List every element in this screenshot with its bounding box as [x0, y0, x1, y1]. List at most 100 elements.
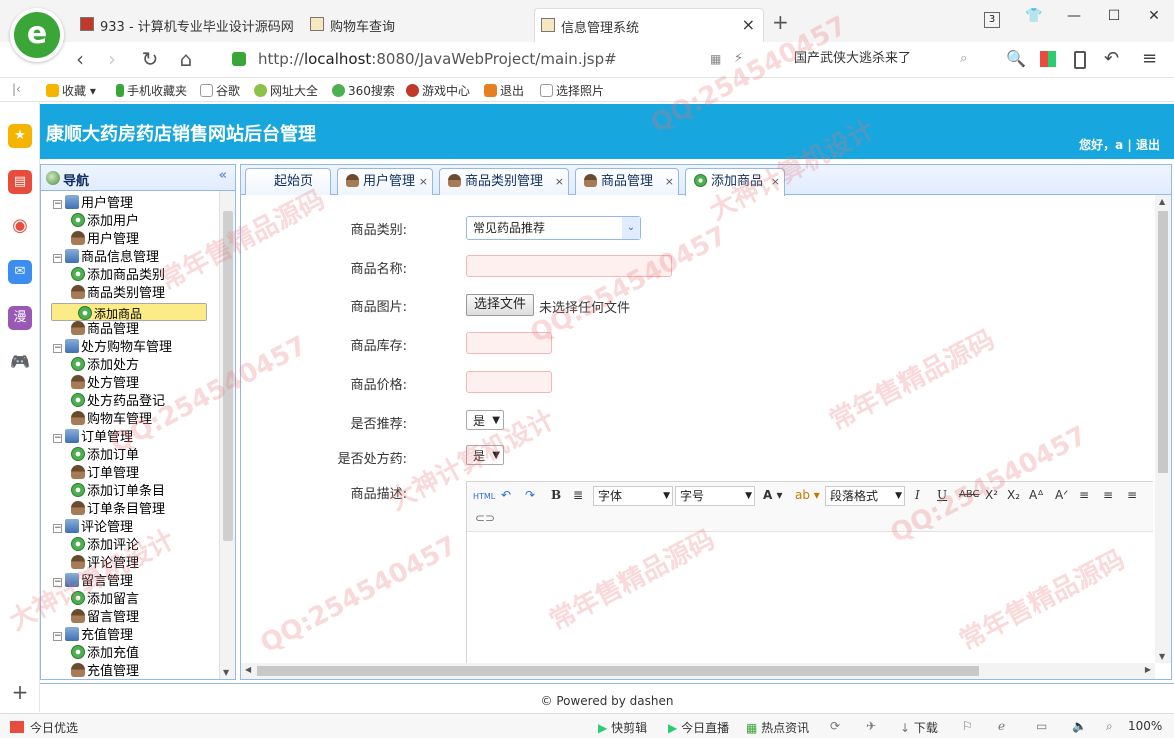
page-tab[interactable]: 用户管理 × — [337, 168, 433, 195]
tab-count-badge[interactable]: 3 — [984, 12, 1000, 28]
zoom-level[interactable]: 100% — [1128, 719, 1162, 733]
collapse-panel-icon[interactable]: « — [219, 168, 227, 183]
logout-link[interactable]: 退出 — [1136, 138, 1160, 152]
quick-clip[interactable]: ▶ 快剪辑 — [598, 719, 647, 736]
tree-item[interactable]: 添加商品类别 — [51, 267, 165, 285]
minimize-icon[interactable]: — — [1054, 8, 1094, 32]
content-vertical-scrollbar[interactable]: ▲ ▼ — [1155, 195, 1171, 663]
browser-tab-2[interactable]: 购物车查询 — [304, 8, 534, 42]
apps-icon[interactable] — [1040, 51, 1056, 67]
bookmark-photos[interactable]: 选择照片 — [540, 82, 604, 99]
font-size-select[interactable]: 字号 ▼ — [675, 486, 755, 506]
bookmark-mobile[interactable]: 手机收藏夹 — [116, 82, 187, 99]
superscript-icon[interactable]: X² — [985, 486, 998, 504]
gamepad-icon[interactable]: 🎮 — [8, 350, 32, 374]
today-picks[interactable]: 今日优选 — [10, 719, 78, 736]
hot-news[interactable]: ▦ 热点资讯 — [746, 719, 809, 736]
bookmark-favorites[interactable]: 收藏 ▾ — [46, 82, 96, 99]
scroll-up-icon[interactable]: ▲ — [1159, 197, 1165, 206]
tree-item[interactable]: 用户管理 — [51, 231, 139, 249]
page-tab[interactable]: 添加商品 × — [685, 168, 785, 196]
flag-icon[interactable]: ⚐ — [962, 719, 973, 733]
download[interactable]: ↓ 下载 — [900, 719, 938, 736]
bookmark-sites[interactable]: 网址大全 — [254, 82, 318, 99]
tree-group[interactable]: − 充值管理 — [53, 627, 133, 645]
tree-group[interactable]: − 评论管理 — [53, 519, 133, 537]
highlight-icon[interactable]: ab ▾ — [795, 486, 820, 504]
bookmark-games[interactable]: 游戏中心 — [406, 82, 470, 99]
tree-group[interactable]: − 订单管理 — [53, 429, 133, 447]
tree-item[interactable]: 添加商品 — [51, 303, 207, 321]
tree-item[interactable]: 添加充值 — [51, 645, 139, 663]
tree-item[interactable]: 购物车管理 — [51, 411, 152, 429]
font-bigger-icon[interactable]: Aᐞ — [1029, 486, 1044, 504]
align-left-icon[interactable]: ≡ — [1079, 486, 1089, 504]
subscript-icon[interactable]: X₂ — [1007, 486, 1020, 504]
star-icon[interactable]: ★ — [8, 124, 32, 148]
tree-item[interactable]: 添加评论 — [51, 537, 139, 555]
product-name-input[interactable] — [466, 255, 672, 277]
font-color-icon[interactable]: A ▾ — [763, 486, 783, 504]
scroll-thumb[interactable] — [223, 211, 233, 541]
page-tab[interactable]: 商品管理 × — [575, 168, 679, 195]
underline-icon[interactable]: U — [937, 486, 947, 504]
scroll-left-icon[interactable]: ◀ — [245, 665, 251, 674]
browser-tab-3-active[interactable]: 信息管理系统 × — [534, 8, 764, 42]
choose-file-button[interactable]: 选择文件 — [466, 294, 535, 316]
qr-icon[interactable]: ▦ — [710, 52, 721, 66]
shirt-icon[interactable]: 👕 — [1014, 8, 1054, 32]
window-icon[interactable]: ▭ — [1036, 719, 1047, 733]
reload-icon[interactable]: ↻ — [136, 46, 164, 74]
add-sidebar-icon[interactable]: + — [8, 680, 32, 704]
align-center-icon[interactable]: ≡ — [1103, 486, 1113, 504]
tree-item[interactable]: 添加用户 — [51, 213, 139, 231]
stock-input[interactable] — [466, 332, 552, 354]
tree-group[interactable]: − 处方购物车管理 — [53, 339, 172, 357]
close-tab-icon[interactable]: × — [555, 169, 564, 194]
scroll-down-icon[interactable]: ▼ — [223, 668, 229, 677]
home-icon[interactable]: ⌂ — [172, 46, 200, 74]
tree-item[interactable]: 评论管理 — [51, 555, 139, 573]
bookmark-google[interactable]: 谷歌 — [200, 82, 240, 99]
close-tab-icon[interactable]: × — [771, 169, 780, 194]
undo-icon[interactable]: ↶ — [1104, 48, 1119, 69]
maximize-icon[interactable]: ☐ — [1094, 8, 1134, 32]
page-tab[interactable]: 起始页 — [245, 168, 331, 195]
comic-icon[interactable]: 漫 — [8, 306, 32, 330]
tree-item[interactable]: 订单条目管理 — [51, 501, 165, 519]
html-source-button[interactable]: HTML — [473, 488, 495, 506]
refresh-icon[interactable]: ⟳ — [830, 719, 840, 733]
align-right-icon[interactable]: ≡ — [1127, 486, 1137, 504]
tree-item[interactable]: 商品类别管理 — [51, 285, 165, 303]
lightning-icon[interactable]: ⚡ — [734, 51, 743, 66]
bookmark-logout[interactable]: 退出 — [484, 82, 524, 99]
news-icon[interactable]: ▤ — [8, 170, 32, 194]
collapse-toggle-icon[interactable]: − — [53, 434, 62, 443]
tree-item[interactable]: 留言管理 — [51, 609, 139, 627]
collapse-toggle-icon[interactable]: − — [53, 254, 62, 263]
zoom-icon[interactable]: ⌕ — [1106, 719, 1113, 734]
tree-item[interactable]: 充值管理 — [51, 663, 139, 679]
bold-icon[interactable]: B — [551, 486, 561, 504]
sidebar-toggle-icon[interactable]: |‹ — [12, 82, 21, 96]
magnifier-icon[interactable]: 🔍 — [1006, 49, 1026, 68]
prescription-select[interactable]: 是 ▼ — [466, 445, 504, 465]
close-tab-icon[interactable]: × — [742, 15, 755, 34]
scroll-thumb[interactable] — [257, 666, 979, 676]
collapse-toggle-icon[interactable]: − — [53, 344, 62, 353]
search-suggestion[interactable]: 国产武侠大逃杀来了 — [794, 48, 984, 72]
collapse-toggle-icon[interactable]: − — [53, 524, 62, 533]
tree-item[interactable]: 添加订单条目 — [51, 483, 165, 501]
url-input[interactable]: http://localhost:8080/JavaWebProject/mai… — [258, 48, 728, 72]
phone-icon[interactable] — [1074, 51, 1086, 69]
browser-logo-icon[interactable]: e — [10, 8, 64, 62]
strikethrough-icon[interactable]: ABC — [959, 486, 980, 504]
tree-item[interactable]: 添加处方 — [51, 357, 139, 375]
tree-item[interactable]: 处方药品登记 — [51, 393, 165, 411]
browser-tab-1[interactable]: 933 - 计算机专业毕业设计源码网 — [74, 8, 304, 42]
pin-icon[interactable]: ✈ — [866, 719, 876, 733]
ie-icon[interactable]: ℯ — [998, 719, 1005, 733]
close-tab-icon[interactable]: × — [419, 169, 428, 194]
tree-item[interactable]: 处方管理 — [51, 375, 139, 393]
undo-icon[interactable]: ↶ — [501, 486, 511, 504]
